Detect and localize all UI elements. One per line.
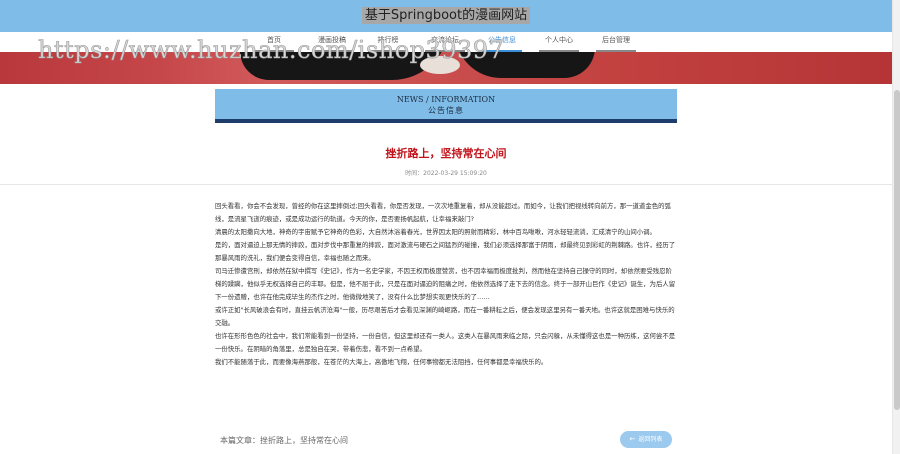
article-content: 回头看看，你会不会发现，曾经的你在这里摔倒过;回头看看，你是否发现，一次次地重复… — [215, 200, 677, 369]
section-header: NEWS / INFORMATION 公告信息 — [215, 89, 677, 123]
section-title-en: NEWS / INFORMATION — [396, 95, 496, 104]
article-paragraph: 司马迁惨遭宫刑，却依然在狱中撰写《史记》，作为一名史学家，不因王权而极度赞赏，也… — [215, 267, 676, 301]
article-time: 时间：2022-03-29 15:09:20 — [405, 170, 487, 177]
article-paragraph: 清晨的太阳撒向大地，神奇的宇宙赋予它神奇的色彩，大自然沐浴着春光，世界因太阳的照… — [215, 228, 656, 236]
section-title-zh: 公告信息 — [428, 106, 464, 115]
nav-user-center[interactable]: 个人中心 — [537, 35, 581, 52]
article-paragraph: 或许正如"长风破浪会有时，直挂云帆济沧海"一般，历尽艰苦后才会看见深渊的崎岖路，… — [215, 306, 675, 327]
article-paragraph: 回头看看，你会不会发现，曾经的你在这里摔倒过;回头看看，你是否发现，一次次地重复… — [215, 202, 671, 223]
back-to-list-button[interactable]: ← 返回列表 — [620, 431, 672, 448]
article-title: 挫折路上，坚持常在心间 — [385, 147, 507, 160]
scroll-thumb[interactable] — [894, 90, 900, 410]
top-header: 基于Springboot的漫画网站 — [0, 0, 892, 32]
current-article-label: 本篇文章：挫折路上，坚持常在心间 — [220, 436, 348, 445]
nav-admin[interactable]: 后台管理 — [594, 35, 638, 52]
article-paragraph: 也许在形形色色的社会中，我们常能看到一份坚持，一份自信，但这里却还有一类人。这类… — [215, 332, 676, 353]
divider — [0, 184, 892, 185]
back-button-label: 返回列表 — [638, 436, 663, 443]
scrollbar[interactable] — [892, 0, 900, 454]
site-title: 基于Springboot的漫画网站 — [0, 4, 892, 24]
article-paragraph: 是的，面对逼迫上那无情的摔跤，面对步伐中那重复的摔跤，面对激流与硬石之间猛烈的碰… — [215, 241, 676, 262]
arrow-left-icon: ← — [629, 435, 636, 443]
article-paragraph: 我们不能随落于此，而要像海燕那般，在苍茫的大海上，高傲地飞翔，任何事物都无法阻挡… — [215, 358, 548, 366]
watermark-text: https://www.huzhan.com/ishop39397 — [38, 36, 505, 65]
